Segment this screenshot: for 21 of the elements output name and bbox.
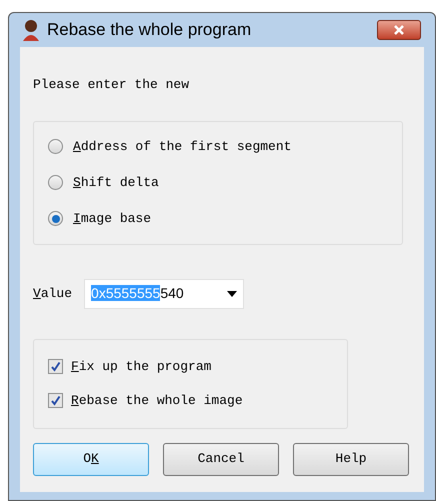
checkbox-option[interactable]: Rebase the whole image bbox=[48, 390, 333, 412]
close-button[interactable] bbox=[377, 20, 421, 40]
radio-option[interactable]: Address of the first segment bbox=[48, 136, 388, 158]
value-label: Value bbox=[33, 284, 72, 303]
checkbox-option[interactable]: Fix up the program bbox=[48, 356, 333, 378]
close-icon bbox=[393, 25, 405, 35]
dialog-button[interactable]: Cancel bbox=[163, 442, 279, 476]
dialog-button[interactable]: Help bbox=[293, 442, 409, 476]
prompt-text: Please enter the new bbox=[33, 76, 190, 94]
checkbox[interactable] bbox=[48, 393, 63, 408]
radio-option[interactable]: Image base bbox=[48, 208, 388, 230]
radio-option[interactable]: Shift delta bbox=[48, 172, 388, 194]
dropdown-arrow-icon bbox=[227, 290, 238, 296]
person-icon bbox=[21, 19, 41, 41]
value-combo-box[interactable]: 0x5555555540 bbox=[84, 278, 244, 308]
dialog-button[interactable]: OK bbox=[33, 442, 149, 476]
radio-button[interactable] bbox=[48, 175, 63, 190]
checkbox[interactable] bbox=[48, 359, 63, 374]
radio-button[interactable] bbox=[48, 139, 63, 154]
radio-button[interactable] bbox=[48, 211, 63, 226]
window-title: Rebase the whole program bbox=[47, 19, 252, 42]
